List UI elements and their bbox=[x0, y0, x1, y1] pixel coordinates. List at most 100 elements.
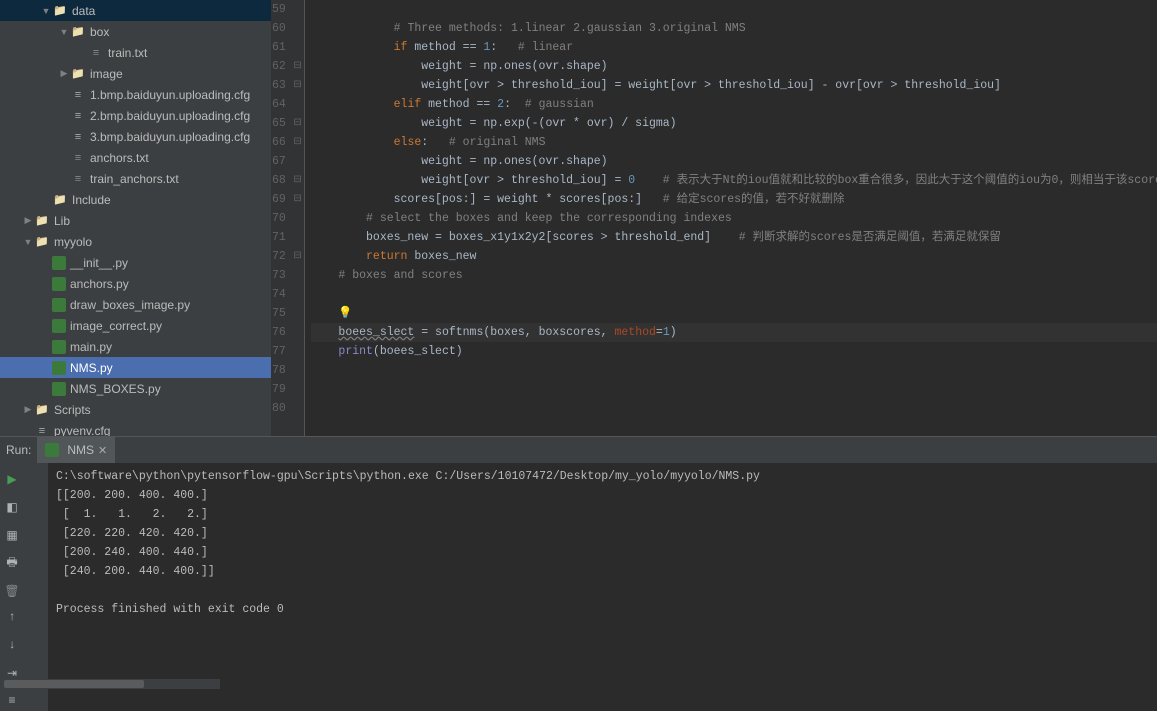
tree-item-anchors-txt[interactable]: ≡anchors.txt bbox=[0, 147, 271, 168]
tree-item-include[interactable]: Include bbox=[0, 189, 271, 210]
fold-mark-icon[interactable]: ⊟ bbox=[293, 133, 301, 152]
tree-item-label: data bbox=[72, 4, 95, 18]
code-line[interactable] bbox=[311, 399, 1157, 418]
run-tab-nms[interactable]: NMS ✕ bbox=[37, 437, 115, 463]
code-line[interactable] bbox=[311, 380, 1157, 399]
run-label: Run: bbox=[0, 443, 37, 457]
expand-arrow-icon[interactable]: ▶ bbox=[58, 68, 70, 79]
code-line[interactable]: weight = np.ones(ovr.shape) bbox=[311, 57, 1157, 76]
tree-item-label: train_anchors.txt bbox=[90, 172, 179, 186]
fold-mark-icon[interactable]: ⊟ bbox=[293, 57, 301, 76]
line-number: 66⊟ bbox=[272, 133, 304, 152]
code-line[interactable]: weight[ovr > threshold_iou] = 0 # 表示大于Nt… bbox=[311, 171, 1157, 190]
folder-icon bbox=[34, 402, 50, 418]
code-line[interactable]: weight = np.ones(ovr.shape) bbox=[311, 152, 1157, 171]
code-editor[interactable]: 59606162⊟63⊟6465⊟66⊟6768⊟69⊟707172⊟73747… bbox=[272, 0, 1157, 436]
code-line[interactable]: if method == 1: # linear bbox=[311, 38, 1157, 57]
code-line[interactable]: # Three methods: 1.linear 2.gaussian 3.o… bbox=[311, 19, 1157, 38]
console-output[interactable]: C:\software\python\pytensorflow-gpu\Scri… bbox=[48, 463, 1157, 711]
code-line[interactable]: weight[ovr > threshold_iou] = weight[ovr… bbox=[311, 76, 1157, 95]
folder-icon bbox=[52, 3, 68, 19]
expand-arrow-icon[interactable]: ▶ bbox=[22, 215, 34, 226]
tree-item-label: box bbox=[90, 25, 109, 39]
line-number: 77 bbox=[272, 342, 304, 361]
line-number: 72⊟ bbox=[272, 247, 304, 266]
tree-item-myyolo[interactable]: ▼myyolo bbox=[0, 231, 271, 252]
code-line[interactable]: elif method == 2: # gaussian bbox=[311, 95, 1157, 114]
line-number: 71 bbox=[272, 228, 304, 247]
code-line[interactable]: # select the boxes and keep the correspo… bbox=[311, 209, 1157, 228]
collapse-arrow-icon[interactable]: ▼ bbox=[58, 27, 70, 37]
tree-item-label: Lib bbox=[54, 214, 70, 228]
tree-item-train-anchors-txt[interactable]: ≡train_anchors.txt bbox=[0, 168, 271, 189]
line-number: 60 bbox=[272, 19, 304, 38]
run-tab-name: NMS bbox=[67, 443, 94, 457]
folder-icon bbox=[52, 192, 68, 208]
tree-item-label: __init__.py bbox=[70, 256, 128, 270]
expand-arrow-icon[interactable]: ▶ bbox=[22, 404, 34, 415]
folder-icon bbox=[34, 213, 50, 229]
fold-mark-icon[interactable]: ⊟ bbox=[293, 76, 301, 95]
tree-item-main-py[interactable]: main.py bbox=[0, 336, 271, 357]
tree-item-2-bmp-baiduyun-uploading-cfg[interactable]: ≡2.bmp.baiduyun.uploading.cfg bbox=[0, 105, 271, 126]
tree-item-anchors-py[interactable]: anchors.py bbox=[0, 273, 271, 294]
line-number: 74 bbox=[272, 285, 304, 304]
code-line[interactable] bbox=[311, 0, 1157, 19]
file-icon: ≡ bbox=[70, 129, 86, 145]
collapse-arrow-icon[interactable]: ▼ bbox=[22, 237, 34, 247]
fold-mark-icon[interactable]: ⊟ bbox=[293, 190, 301, 209]
code-line[interactable]: # boxes and scores bbox=[311, 266, 1157, 285]
rerun-button[interactable]: ▶ bbox=[2, 469, 22, 489]
code-line[interactable]: boees_slect = softnms(boxes, boxscores, … bbox=[311, 323, 1157, 342]
tree-item-label: pyvenv.cfg bbox=[54, 424, 110, 437]
console-toolbar: ▶ ◧ ▦ 🖶 🗑 ↑ ↓ ⇥ ≡ bbox=[0, 463, 48, 711]
code-line[interactable] bbox=[311, 361, 1157, 380]
tree-item-box[interactable]: ▼ box bbox=[0, 21, 271, 42]
tree-item-lib[interactable]: ▶ Lib bbox=[0, 210, 271, 231]
tree-item-nms-boxes-py[interactable]: NMS_BOXES.py bbox=[0, 378, 271, 399]
line-number: 80 bbox=[272, 399, 304, 418]
code-line[interactable]: 💡 bbox=[311, 304, 1157, 323]
python-icon bbox=[45, 443, 59, 457]
line-number: 78 bbox=[272, 361, 304, 380]
project-tree[interactable]: ▼data▼box≡train.txt▶image≡1.bmp.baiduyun… bbox=[0, 0, 272, 436]
layout-button[interactable]: ▦ bbox=[2, 525, 22, 545]
code-line[interactable]: return boxes_new bbox=[311, 247, 1157, 266]
text-file-icon: ≡ bbox=[88, 45, 104, 61]
code-line[interactable]: print(boees_slect) bbox=[311, 342, 1157, 361]
code-line[interactable]: weight = np.exp(-(ovr * ovr) / sigma) bbox=[311, 114, 1157, 133]
stop-button[interactable]: ◧ bbox=[2, 497, 22, 517]
delete-button[interactable]: 🗑 bbox=[2, 581, 22, 601]
tree-item-pyvenv-cfg[interactable]: ≡ pyvenv.cfg bbox=[0, 420, 271, 436]
down-arrow-button[interactable]: ↓ bbox=[2, 635, 22, 655]
tree-item-nms-py[interactable]: NMS.py bbox=[0, 357, 271, 378]
up-arrow-button[interactable]: ↑ bbox=[2, 607, 22, 627]
tree-item-train-txt[interactable]: ≡train.txt bbox=[0, 42, 271, 63]
tree-item-draw-boxes-image-py[interactable]: draw_boxes_image.py bbox=[0, 294, 271, 315]
filter-button[interactable]: ≡ bbox=[2, 691, 22, 711]
code-line[interactable] bbox=[311, 285, 1157, 304]
tree-item-image[interactable]: ▶image bbox=[0, 63, 271, 84]
collapse-arrow-icon[interactable]: ▼ bbox=[40, 6, 52, 16]
folder-icon bbox=[34, 234, 50, 250]
tree-item-3-bmp-baiduyun-uploading-cfg[interactable]: ≡3.bmp.baiduyun.uploading.cfg bbox=[0, 126, 271, 147]
fold-mark-icon[interactable]: ⊟ bbox=[293, 114, 301, 133]
line-number: 61 bbox=[272, 38, 304, 57]
tree-item-1-bmp-baiduyun-uploading-cfg[interactable]: ≡1.bmp.baiduyun.uploading.cfg bbox=[0, 84, 271, 105]
gutter: 59606162⊟63⊟6465⊟66⊟6768⊟69⊟707172⊟73747… bbox=[272, 0, 305, 436]
tree-item-data[interactable]: ▼ data bbox=[0, 0, 271, 21]
tree-item-scripts[interactable]: ▶Scripts bbox=[0, 399, 271, 420]
code-line[interactable]: scores[pos:] = weight * scores[pos:] # 给… bbox=[311, 190, 1157, 209]
python-file-icon bbox=[52, 361, 66, 375]
code-line[interactable]: boxes_new = boxes_x1y1x2y2[scores > thre… bbox=[311, 228, 1157, 247]
close-icon[interactable]: ✕ bbox=[98, 444, 107, 457]
fold-mark-icon[interactable]: ⊟ bbox=[293, 247, 301, 266]
line-number: 67 bbox=[272, 152, 304, 171]
tree-item-image-correct-py[interactable]: image_correct.py bbox=[0, 315, 271, 336]
code-line[interactable]: else: # original NMS bbox=[311, 133, 1157, 152]
fold-mark-icon[interactable]: ⊟ bbox=[293, 171, 301, 190]
file-icon: ≡ bbox=[34, 423, 50, 437]
code-content[interactable]: # Three methods: 1.linear 2.gaussian 3.o… bbox=[305, 0, 1157, 436]
tree-item--init-py[interactable]: __init__.py bbox=[0, 252, 271, 273]
print-button[interactable]: 🖶 bbox=[2, 553, 22, 573]
